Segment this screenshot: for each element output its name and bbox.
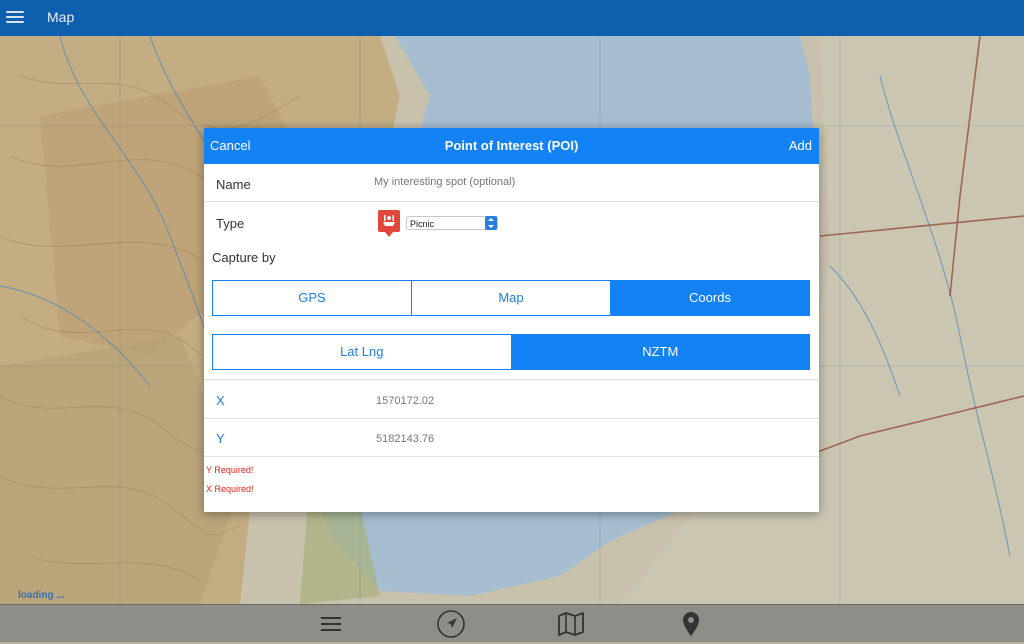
- capture-map-button[interactable]: Map: [412, 280, 611, 316]
- coord-system-segment: Lat Lng NZTM: [212, 334, 810, 370]
- capture-by-label: Capture by: [212, 250, 276, 265]
- poi-dialog: Cancel Point of Interest (POI) Add Name …: [204, 128, 819, 512]
- location-pin-icon[interactable]: [676, 609, 706, 639]
- capture-gps-button[interactable]: GPS: [212, 280, 412, 316]
- dialog-title: Point of Interest (POI): [444, 138, 579, 153]
- y-row[interactable]: Y 5182143.76: [204, 418, 819, 457]
- latlng-button[interactable]: Lat Lng: [212, 334, 512, 370]
- y-value[interactable]: 5182143.76: [376, 433, 434, 445]
- loading-status: loading ...: [18, 590, 65, 601]
- menu-icon[interactable]: [316, 609, 346, 639]
- add-button[interactable]: Add: [789, 138, 812, 153]
- name-input[interactable]: [374, 176, 794, 188]
- y-label: Y: [216, 431, 225, 446]
- x-row[interactable]: X 1570172.02: [204, 379, 819, 419]
- type-row: Type Picnic: [204, 202, 819, 242]
- name-row: Name: [204, 164, 819, 202]
- y-required-error: Y Required!: [206, 465, 254, 475]
- type-label: Type: [216, 216, 245, 231]
- app-title: Map: [47, 9, 75, 25]
- dialog-header: Cancel Point of Interest (POI) Add: [204, 128, 819, 164]
- select-arrows-icon: [485, 216, 497, 230]
- type-select-value: Picnic: [410, 219, 435, 229]
- x-required-error: X Required!: [206, 484, 254, 494]
- picnic-icon: [378, 210, 400, 237]
- map-icon[interactable]: [556, 609, 586, 639]
- capture-coords-button[interactable]: Coords: [611, 280, 810, 316]
- nztm-button[interactable]: NZTM: [511, 334, 810, 370]
- bottom-toolbar: [0, 604, 1024, 642]
- navigation-arrow-icon[interactable]: [436, 609, 466, 639]
- x-value[interactable]: 1570172.02: [376, 395, 434, 407]
- type-select[interactable]: Picnic: [406, 216, 498, 230]
- x-label: X: [216, 393, 225, 408]
- app-bar: Map: [0, 0, 1024, 36]
- capture-segment: GPS Map Coords: [212, 280, 810, 316]
- name-label: Name: [216, 177, 251, 192]
- hamburger-menu-icon[interactable]: [6, 9, 24, 27]
